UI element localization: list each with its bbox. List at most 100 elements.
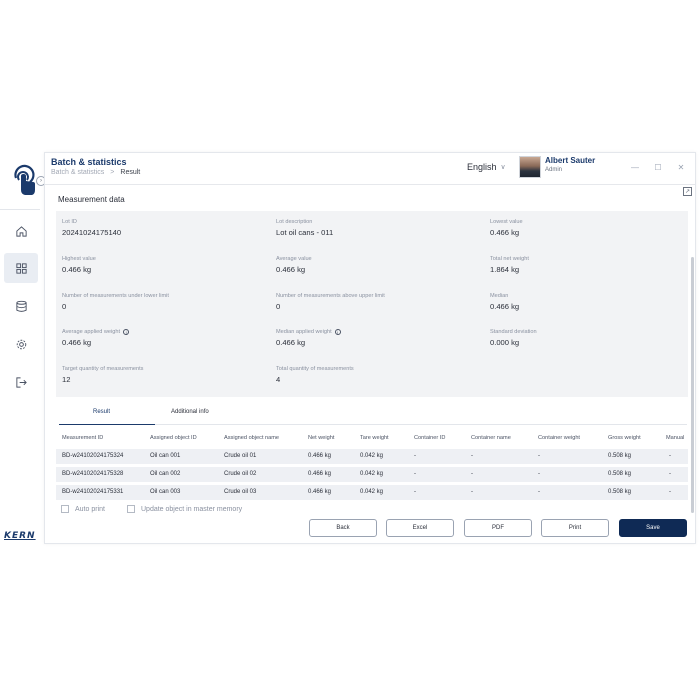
stat-label: Lot description	[276, 219, 313, 225]
column-header[interactable]: Assigned object name	[224, 435, 279, 441]
table-cell: 0.508 kg	[608, 489, 632, 495]
gear-icon	[16, 339, 26, 349]
stat-value: 0	[276, 302, 281, 311]
stat-label: Number of measurements under lower limit	[62, 293, 169, 299]
kern-logo: KERN	[4, 531, 36, 541]
pdf-button[interactable]: PDF	[464, 519, 532, 537]
stat-total-quantity: Total quantity of measurements 4	[276, 366, 354, 384]
database-icon	[15, 300, 27, 312]
table-cell: Crude oil 01	[224, 453, 257, 459]
table-row[interactable]: BD-w24102024175328 Oil can 002 Crude oil…	[56, 467, 688, 482]
column-header[interactable]: Gross weight	[608, 435, 641, 441]
stat-label: Target quantity of measurements	[62, 366, 144, 372]
table-cell: -	[669, 489, 671, 495]
stat-value: 0.466 kg	[62, 265, 92, 274]
table-cell: BD-w24102024175331	[62, 489, 124, 495]
stat-value: 0.466 kg	[490, 228, 520, 237]
breadcrumb-current: Result	[120, 169, 141, 176]
column-header[interactable]: Manual	[666, 435, 684, 441]
column-header[interactable]: Measurement ID	[62, 435, 103, 441]
stat-under-lower-limit: Number of measurements under lower limit…	[62, 293, 169, 311]
table-cell: Crude oil 02	[224, 471, 257, 477]
table-cell: -	[538, 453, 540, 459]
table-cell: -	[538, 489, 540, 495]
user-name: Albert Sauter	[545, 156, 596, 165]
grid-icon	[15, 262, 27, 274]
stat-value: 0.466 kg	[276, 338, 306, 347]
header-bar: Batch & statistics Batch & statistics > …	[45, 153, 695, 185]
stat-value: Lot oil cans - 011	[276, 228, 334, 237]
checkbox-label: Auto print	[75, 505, 105, 513]
tab-result[interactable]: Result	[93, 409, 110, 415]
sidebar-item-home[interactable]	[4, 216, 38, 246]
stat-total-net-weight: Total net weight 1.864 kg	[490, 256, 529, 274]
vertical-scrollbar[interactable]	[691, 257, 694, 513]
table-cell: Crude oil 03	[224, 489, 257, 495]
tab-active-indicator	[59, 424, 155, 425]
table-cell: -	[538, 471, 540, 477]
column-header[interactable]: Container ID	[414, 435, 445, 441]
column-header[interactable]: Assigned object ID	[150, 435, 197, 441]
stat-value: 1.864 kg	[490, 265, 520, 274]
table-cell: 0.042 kg	[360, 489, 384, 495]
stat-value: 0.000 kg	[490, 338, 520, 347]
tab-additional-info[interactable]: Additional info	[171, 409, 209, 415]
table-cell: 0.466 kg	[308, 453, 332, 459]
app-window: › KERN Batch & statistics Batch & statis…	[0, 152, 700, 544]
expand-icon[interactable]: ↗	[683, 187, 692, 196]
stat-label: Number of measurements above upper limit	[276, 293, 385, 299]
stat-value: 4	[276, 375, 281, 384]
section-title: Measurement data	[58, 195, 125, 204]
close-button[interactable]: ✕	[675, 161, 687, 173]
stat-label: Total net weight	[490, 256, 529, 262]
update-master-checkbox[interactable]: Update object in master memory	[127, 505, 242, 513]
stat-label: Standard deviation	[490, 329, 537, 335]
stat-value: 12	[62, 375, 71, 384]
stat-label: Lot ID	[62, 219, 77, 225]
minimize-button[interactable]: —	[629, 161, 641, 173]
auto-print-checkbox[interactable]: Auto print	[61, 505, 105, 513]
breadcrumb-parent[interactable]: Batch & statistics	[51, 169, 104, 176]
table-cell: BD-w24102024175324	[62, 453, 124, 459]
info-icon[interactable]: i	[123, 329, 130, 335]
info-icon[interactable]: i	[334, 329, 341, 335]
sidebar-item-dashboard[interactable]	[4, 253, 38, 283]
table-row[interactable]: BD-w24102024175331 Oil can 003 Crude oil…	[56, 485, 688, 500]
column-header[interactable]: Container weight	[538, 435, 580, 441]
sidebar-item-database[interactable]	[4, 291, 38, 321]
avatar[interactable]	[519, 156, 541, 178]
stat-average-applied-weight: Average applied weight i 0.466 kg	[62, 329, 130, 347]
column-header[interactable]: Net weight	[308, 435, 334, 441]
stat-label: Total quantity of measurements	[276, 366, 354, 372]
column-header[interactable]: Container name	[471, 435, 511, 441]
table-cell: -	[471, 471, 473, 477]
maximize-button[interactable]: ☐	[652, 161, 664, 173]
checkbox-box[interactable]	[61, 505, 69, 513]
save-button[interactable]: Save	[619, 519, 687, 537]
stat-target-quantity: Target quantity of measurements 12	[62, 366, 143, 384]
table-cell: 0.042 kg	[360, 471, 384, 477]
table-cell: 0.466 kg	[308, 489, 332, 495]
table-cell: Oil can 002	[150, 471, 181, 477]
column-header[interactable]: Tare weight	[360, 435, 389, 441]
table-cell: Oil can 001	[150, 453, 181, 459]
breadcrumb: Batch & statistics > Result	[51, 169, 140, 176]
breadcrumb-separator: >	[110, 169, 115, 176]
stat-label: Average value	[276, 256, 312, 262]
table-row[interactable]: BD-w24102024175324 Oil can 001 Crude oil…	[56, 449, 688, 464]
stat-label: Average applied weight	[62, 329, 121, 335]
sidebar-item-settings[interactable]	[4, 329, 38, 359]
table-cell: Oil can 003	[150, 489, 181, 495]
sidebar-item-logout[interactable]	[4, 367, 38, 397]
sidebar: › KERN	[0, 152, 46, 544]
user-role: Admin	[545, 167, 563, 173]
excel-button[interactable]: Excel	[386, 519, 454, 537]
stat-label: Lowest value	[490, 219, 523, 225]
language-select[interactable]: English ∨	[467, 162, 506, 172]
print-button[interactable]: Print	[541, 519, 609, 537]
checkbox-box[interactable]	[127, 505, 135, 513]
stat-median-applied-weight: Median applied weight i 0.466 kg	[276, 329, 341, 347]
back-button[interactable]: Back	[309, 519, 377, 537]
stat-value: 0.466 kg	[276, 265, 306, 274]
table-cell: 0.508 kg	[608, 471, 632, 477]
